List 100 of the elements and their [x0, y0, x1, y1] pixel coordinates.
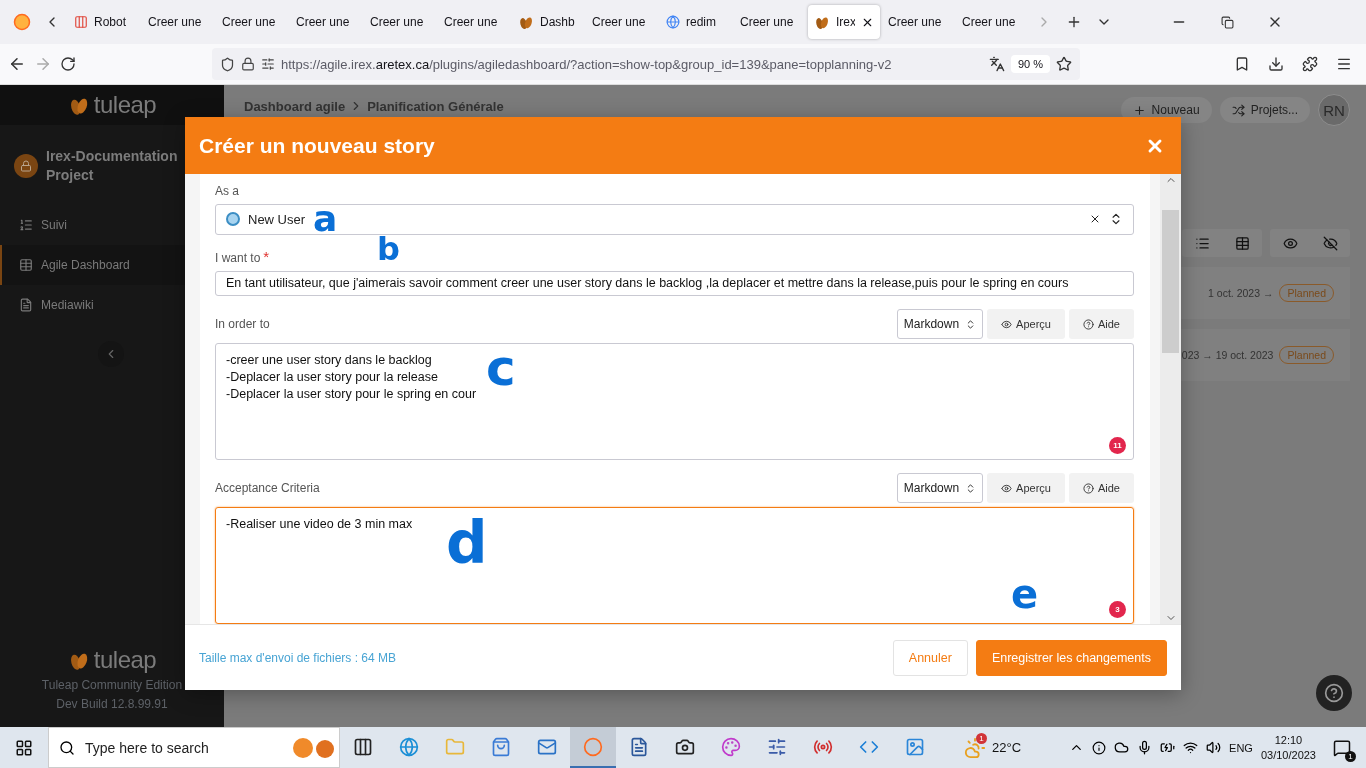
- circle-icon: [226, 212, 240, 227]
- globe-icon: [666, 15, 680, 29]
- translate-icon[interactable]: [988, 56, 1005, 72]
- battery-icon[interactable]: [1160, 740, 1176, 755]
- upload-limit-text: Taille max d'envoi de fichiers : 64 MB: [199, 650, 398, 665]
- search-icon: [59, 739, 75, 756]
- project-name[interactable]: Irex-Documentation Project: [46, 147, 186, 185]
- date-range: 1 oct. 2023 →: [1208, 287, 1274, 299]
- extensions-icon[interactable]: [1302, 56, 1318, 72]
- edition-text: Tuleap Community Edition: [41, 677, 183, 694]
- logo-text: tuleap: [93, 91, 157, 119]
- table-icon: [19, 258, 33, 272]
- pocket-icon[interactable]: [1234, 56, 1250, 72]
- browser-tab[interactable]: Creer une: [956, 5, 1028, 39]
- browser-tab[interactable]: Creer une: [364, 5, 436, 39]
- date-range: 023 → 19 oct. 2023: [1181, 349, 1274, 361]
- field-label: I want to: [215, 250, 261, 265]
- help-icon: [1324, 683, 1344, 703]
- store-app-icon: [491, 736, 511, 757]
- tray-icon[interactable]: [1092, 740, 1107, 755]
- browser-tab[interactable]: Creer une: [142, 5, 214, 39]
- files-app-icon: [445, 736, 465, 757]
- preview-button[interactable]: Aperçu: [987, 309, 1065, 339]
- microphone-icon[interactable]: [1137, 740, 1153, 755]
- weather-icon[interactable]: [964, 736, 986, 759]
- browser-tab[interactable]: Creer une: [216, 5, 288, 39]
- leaf-logo-icon: [518, 14, 534, 30]
- browser-tab[interactable]: Creer une: [586, 5, 658, 39]
- handwritten-letter: e: [1011, 578, 1039, 610]
- colorful-app-icon: [74, 15, 88, 29]
- build-text: Dev Build 12.8.99.91: [56, 696, 168, 713]
- new-tab-icon[interactable]: [1066, 14, 1082, 30]
- browser-tab[interactable]: Irex: [808, 5, 880, 39]
- error-count-badge: 3: [1109, 601, 1126, 618]
- volume-icon[interactable]: [1206, 740, 1222, 755]
- browser-tab[interactable]: Creer une: [438, 5, 510, 39]
- field-label: As a: [215, 184, 239, 198]
- message-icon: [1333, 738, 1351, 757]
- zoom-level[interactable]: 90 %: [1010, 55, 1050, 73]
- tool-app-icon: [767, 736, 787, 757]
- address-bar[interactable]: https://agile.irex.aretex.ca/plugins/agiledashboard/?action=show-top&group_id=139&pane=topplanning-v2 90 %: [212, 48, 1080, 80]
- temperature-text: 22°C: [992, 740, 1022, 755]
- permissions-icon[interactable]: [261, 57, 275, 71]
- browser-tab[interactable]: Creer une: [882, 5, 954, 39]
- text-field[interactable]: En tant utilisateur, que j'aimerais savoir comment creer une user story dans le backlog ,la deplacer et mettre dans la release,puis pour le spring en cours: [215, 270, 1134, 296]
- photos-app-icon: [905, 736, 925, 757]
- eye-off-icon: [1322, 235, 1338, 251]
- reload-icon[interactable]: [60, 56, 76, 72]
- browser-tab[interactable]: Creer une: [734, 5, 806, 39]
- projects-button[interactable]: Projets...: [1219, 97, 1310, 123]
- table-icon: [1234, 235, 1250, 251]
- handwritten-letter: c: [486, 348, 516, 388]
- sidebar-item[interactable]: Suivi: [0, 205, 185, 245]
- error-count-badge: 11: [1109, 437, 1126, 454]
- format-select[interactable]: Markdown: [896, 309, 984, 339]
- menu-icon[interactable]: [1336, 56, 1352, 72]
- sidebar-item[interactable]: Mediawiki: [0, 285, 185, 325]
- select-field[interactable]: New User a: [215, 204, 1134, 235]
- help-icon: [1082, 318, 1094, 330]
- field-label: Acceptance Criteria: [215, 481, 320, 495]
- format-select[interactable]: Markdown: [896, 473, 984, 503]
- field-label: In order to: [215, 317, 270, 331]
- download-icon[interactable]: [1268, 56, 1284, 72]
- browser-tab[interactable]: Dashb: [512, 5, 584, 39]
- eye-icon: [1282, 235, 1298, 251]
- handwritten-letter: d: [446, 520, 488, 567]
- language-indicator[interactable]: ENG: [1229, 741, 1253, 754]
- shuffle-icon: [1231, 103, 1245, 117]
- lock-badge-icon: [14, 154, 38, 178]
- cloud-icon[interactable]: [1114, 740, 1130, 755]
- lock-icon[interactable]: [241, 57, 255, 71]
- logo-text: tuleap: [93, 646, 157, 674]
- eye-icon: [1001, 318, 1013, 330]
- browser-tab[interactable]: Creer une: [290, 5, 362, 39]
- taskview-app-icon: [353, 736, 373, 757]
- shield-icon[interactable]: [220, 56, 235, 72]
- required-mark: *: [263, 247, 270, 265]
- preview-button[interactable]: Aperçu: [987, 473, 1065, 503]
- handwritten-letter: b: [377, 236, 400, 263]
- sidebar-item[interactable]: Agile Dashboard: [0, 245, 185, 285]
- notification-button[interactable]: 1: [1324, 729, 1360, 766]
- restore-icon[interactable]: [1220, 15, 1234, 29]
- back-icon[interactable]: [8, 55, 26, 73]
- paint-app-icon: [721, 736, 741, 757]
- plus-icon: [1132, 103, 1146, 117]
- help-button[interactable]: Aide: [1068, 473, 1134, 503]
- help-button[interactable]: [1316, 675, 1352, 711]
- weather-badge: 1: [976, 732, 987, 744]
- help-button[interactable]: Aide: [1068, 309, 1134, 339]
- leaf-logo-icon: [814, 14, 830, 30]
- search-field[interactable]: Type here to search: [48, 727, 340, 768]
- list-icon: [19, 218, 33, 232]
- wiki-icon: [19, 298, 33, 312]
- clock[interactable]: 12:10 03/10/2023: [1260, 732, 1316, 763]
- browser-tab[interactable]: Robot: [68, 5, 140, 39]
- bookmark-star-icon[interactable]: [1056, 56, 1072, 72]
- browser-tab[interactable]: redim: [660, 5, 732, 39]
- wifi-icon[interactable]: [1183, 740, 1199, 755]
- browser-logo-icon[interactable]: [13, 13, 31, 31]
- help-icon: [1082, 482, 1094, 494]
